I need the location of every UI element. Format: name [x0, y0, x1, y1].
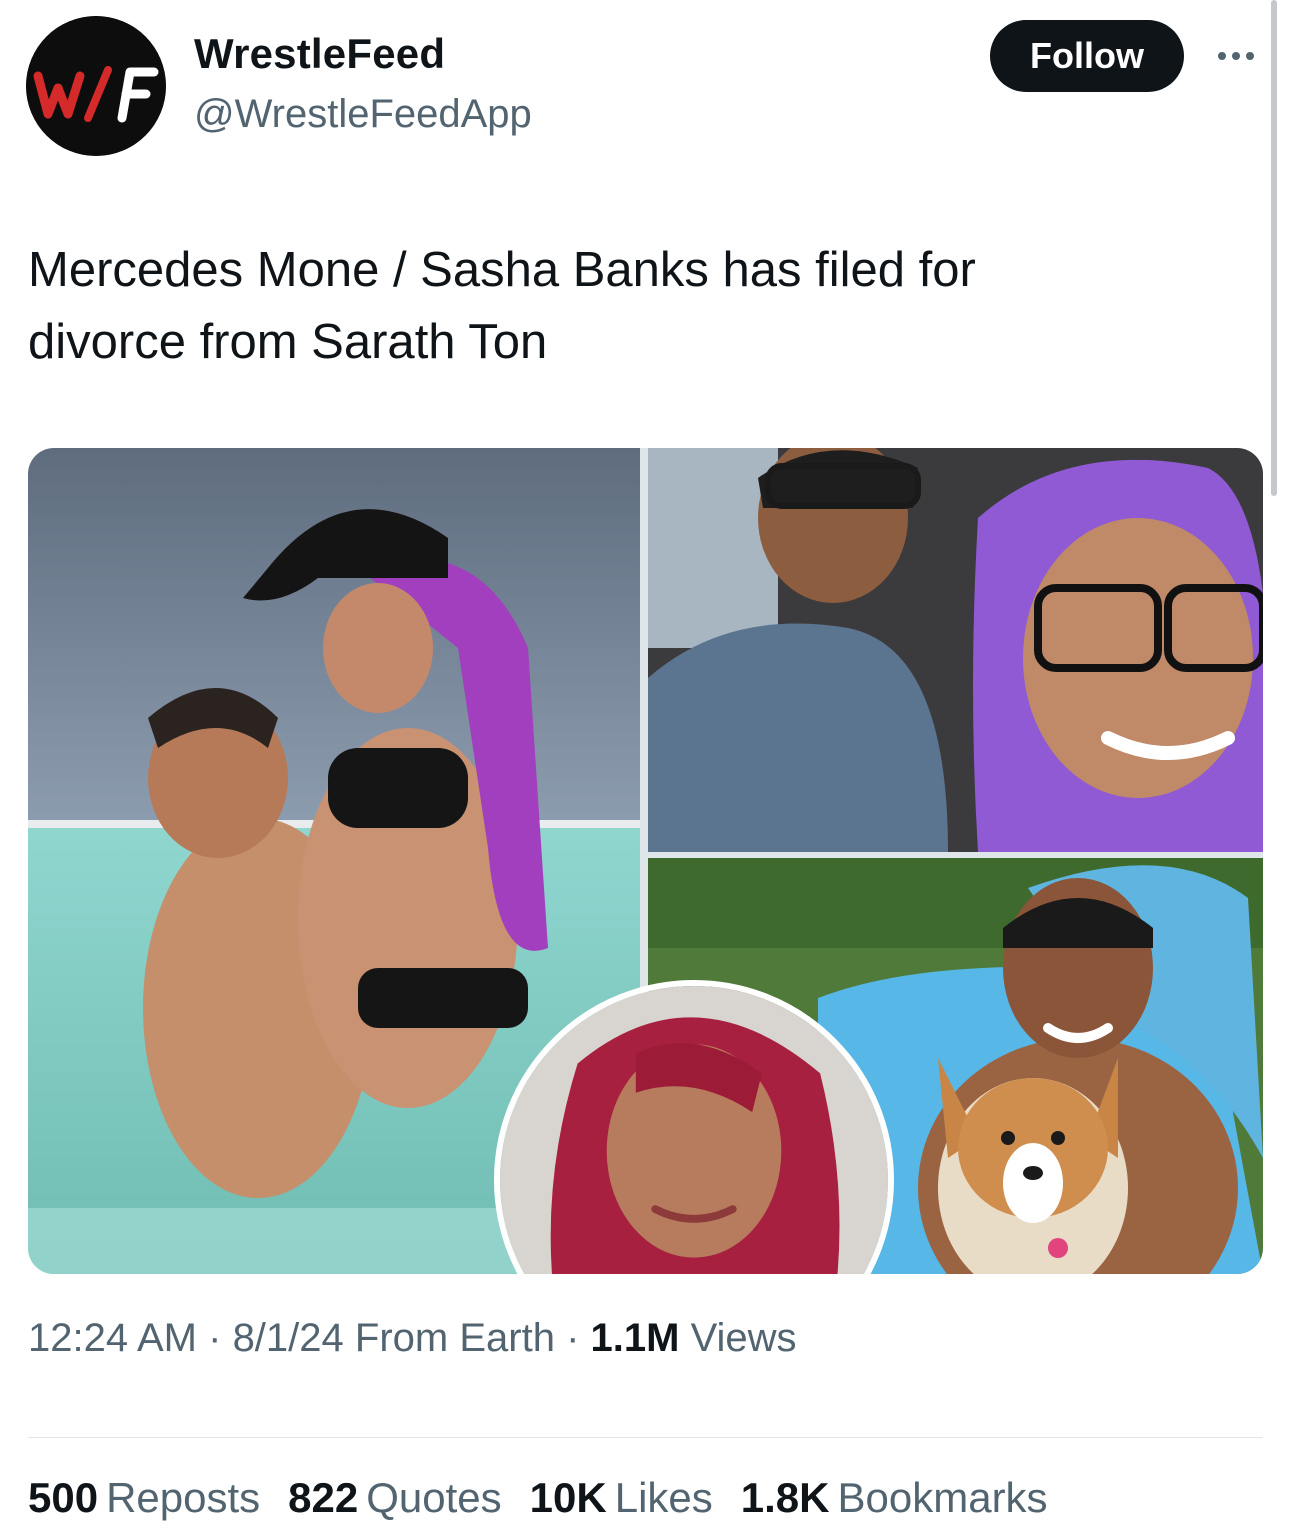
stat-reposts[interactable]: 500 Reposts	[28, 1474, 260, 1522]
dot	[1218, 52, 1226, 60]
scrollbar[interactable]	[1271, 0, 1277, 496]
stat-bookmarks[interactable]: 1.8K Bookmarks	[741, 1474, 1048, 1522]
author-display-name[interactable]: WrestleFeed	[194, 30, 445, 78]
tweet-text: Mercedes Mone / Sasha Banks has filed fo…	[28, 234, 1228, 378]
views-label: Views	[690, 1316, 797, 1360]
engagement-stats: 500 Reposts 822 Quotes 10K Likes 1.8K Bookma…	[28, 1474, 1048, 1522]
tweet-date[interactable]: 8/1/24	[233, 1316, 344, 1360]
author-handle[interactable]: @WrestleFeedApp	[194, 92, 532, 137]
tweet-media-collage[interactable]	[28, 448, 1263, 1274]
more-options-icon[interactable]	[1208, 36, 1264, 76]
tweet-text-line: Mercedes Mone / Sasha Banks has filed fo…	[28, 243, 976, 297]
bookmarks-count: 1.8K	[740, 1474, 830, 1521]
stat-likes[interactable]: 10K Likes	[530, 1474, 713, 1522]
car-selfie-photo	[648, 448, 1263, 852]
likes-count: 10K	[529, 1474, 607, 1521]
author-avatar[interactable]	[26, 16, 166, 156]
follow-button[interactable]: Follow	[990, 20, 1184, 92]
tweet-text-line: divorce from Sarath Ton	[28, 315, 548, 369]
bookmarks-label: Bookmarks	[837, 1474, 1048, 1521]
views-count: 1.1M	[590, 1316, 680, 1360]
tweet-meta: 12:24 AM · 8/1/24 From Earth · 1.1M View…	[28, 1316, 797, 1361]
quotes-count: 822	[288, 1474, 359, 1521]
quotes-label: Quotes	[366, 1474, 502, 1521]
stat-quotes[interactable]: 822 Quotes	[288, 1474, 502, 1522]
meta-separator: ·	[554, 1316, 591, 1360]
meta-separator: ·	[197, 1316, 233, 1360]
wrestlefeed-logo	[26, 16, 166, 156]
tweet-source: From Earth	[354, 1316, 555, 1360]
reposts-label: Reposts	[106, 1474, 261, 1521]
tweet-header: WrestleFeed @WrestleFeedApp Follow	[0, 0, 1290, 200]
reposts-count: 500	[28, 1474, 99, 1521]
dot	[1232, 52, 1240, 60]
divider	[28, 1437, 1263, 1438]
tweet-time[interactable]: 12:24 AM	[28, 1316, 197, 1360]
dot	[1246, 52, 1254, 60]
likes-label: Likes	[614, 1474, 713, 1521]
